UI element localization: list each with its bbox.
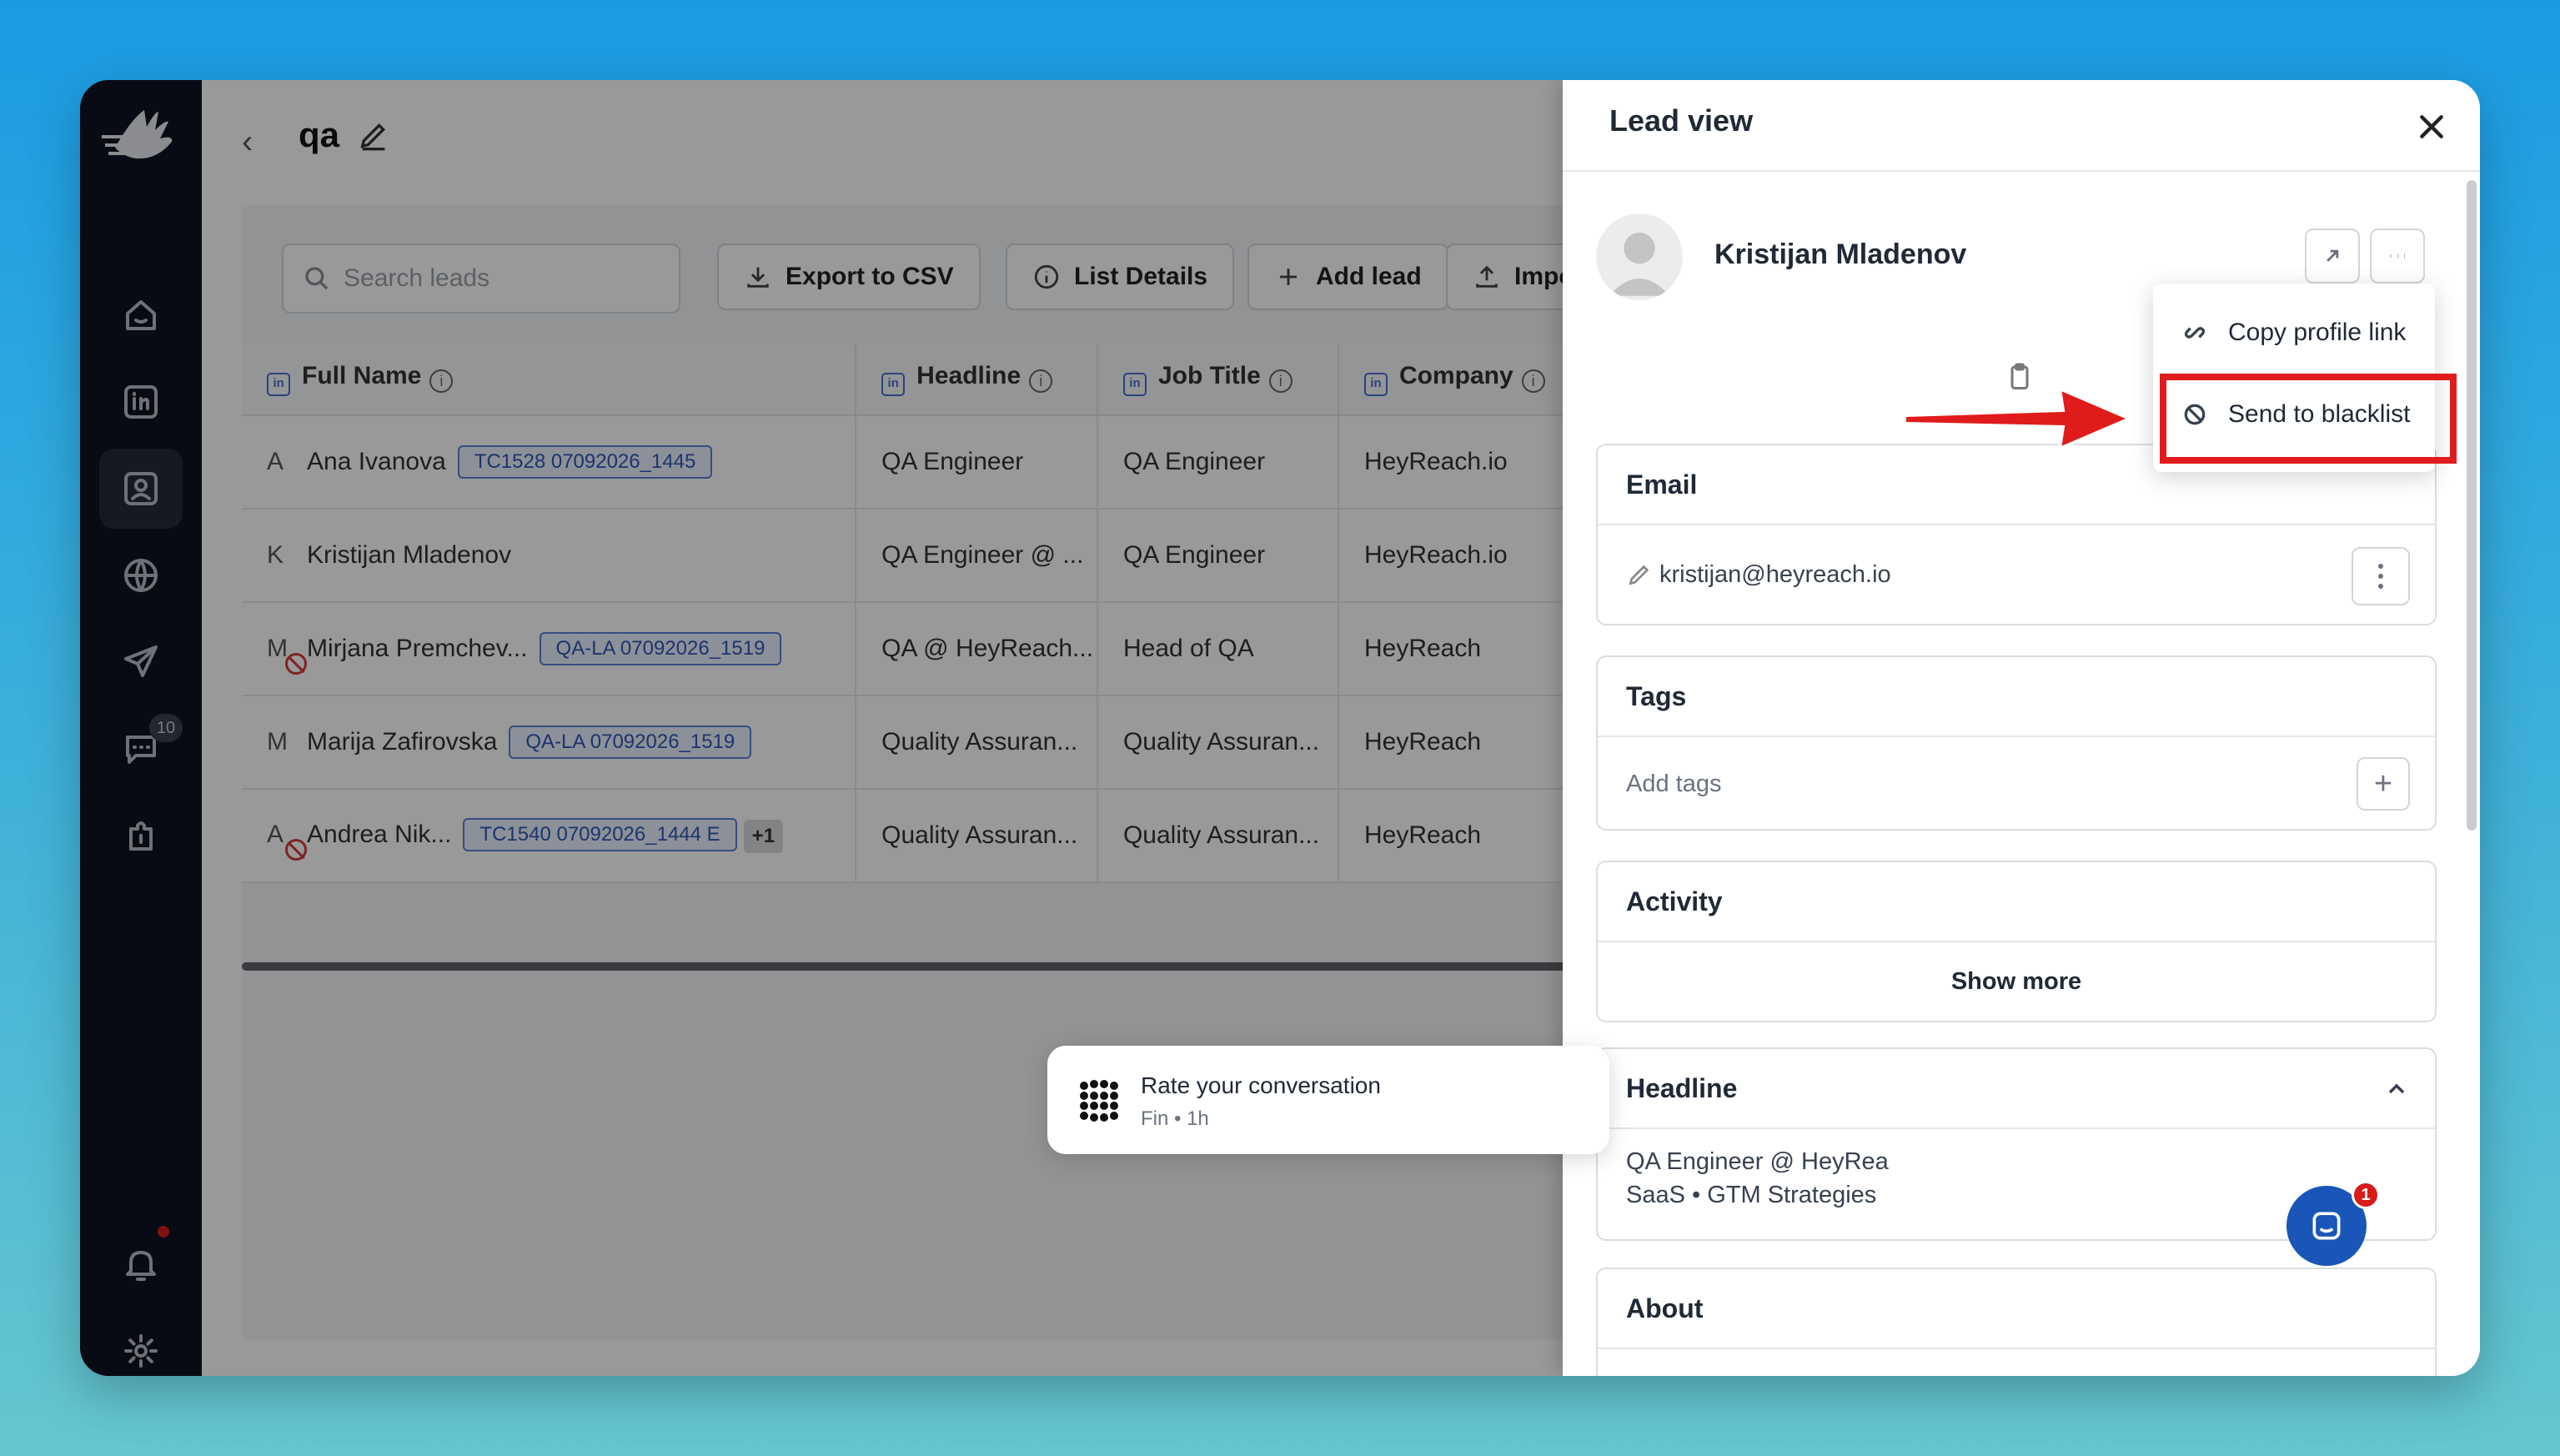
modal-backdrop[interactable] [80, 80, 1643, 1376]
headline-title-label: Headline [1626, 1072, 1738, 1103]
about-card: About [1596, 1268, 2437, 1376]
more-options-button[interactable] [2370, 228, 2425, 284]
show-more-button[interactable]: Show more [1598, 942, 2435, 1021]
email-options-button[interactable] [2352, 547, 2410, 605]
external-link-icon [2327, 249, 2339, 262]
rate-conversation-card[interactable]: Rate your conversation Fin • 1h [1047, 1046, 1609, 1154]
close-icon[interactable] [2415, 110, 2448, 143]
tags-title: Tags [1598, 657, 2435, 737]
add-tag-button[interactable]: + [2357, 757, 2410, 811]
chevron-up-icon[interactable] [2383, 1076, 2410, 1102]
fin-subtitle: Fin • 1h [1141, 1107, 1209, 1130]
copy-profile-link-item[interactable]: Copy profile link [2153, 295, 2435, 370]
ellipsis-icon [2390, 254, 2405, 259]
about-title: About [1598, 1269, 2435, 1349]
tags-card: Tags Add tags + [1596, 655, 2437, 831]
headline-title[interactable]: Headline [1598, 1049, 2435, 1129]
highlight-box [2160, 374, 2457, 464]
app-window: 10 ‹ qa Search leads Export to CSV List … [80, 80, 2480, 1376]
fin-logo-icon [1080, 1080, 1118, 1122]
email-row: kristijan@heyreach.io [1598, 525, 2435, 624]
user-silhouette-icon [1609, 232, 1670, 296]
copy-profile-link-label: Copy profile link [2228, 319, 2407, 346]
activity-card: Activity Show more [1596, 861, 2437, 1022]
open-profile-button[interactable] [2305, 228, 2360, 284]
pencil-icon[interactable] [1626, 561, 1653, 588]
chat-icon [2312, 1212, 2341, 1240]
headline-line-2: SaaS • GTM Strategies [1626, 1182, 1877, 1208]
avatar [1596, 213, 1683, 300]
link-icon [2184, 327, 2206, 339]
show-more-label: Show more [1950, 967, 2082, 995]
panel-header: Lead view [1563, 80, 2480, 172]
email-value[interactable]: kristijan@heyreach.io [1659, 561, 1891, 589]
activity-title: Activity [1598, 862, 2435, 942]
add-tags-placeholder[interactable]: Add tags [1626, 771, 1721, 798]
panel-title: Lead view [1609, 103, 1754, 138]
headline-line-1: QA Engineer @ HeyRea [1626, 1148, 1889, 1175]
chat-unread-badge: 1 [2352, 1181, 2380, 1209]
lead-name: Kristijan Mladenov [1714, 238, 1967, 270]
tags-row: Add tags + [1598, 737, 2435, 829]
panel-scrollbar[interactable] [2467, 180, 2477, 831]
fin-title: Rate your conversation [1141, 1072, 1381, 1098]
lead-view-panel: Lead view Kristijan Mladenov Copy profil… [1563, 80, 2480, 1376]
red-arrow-icon [1903, 385, 2135, 452]
